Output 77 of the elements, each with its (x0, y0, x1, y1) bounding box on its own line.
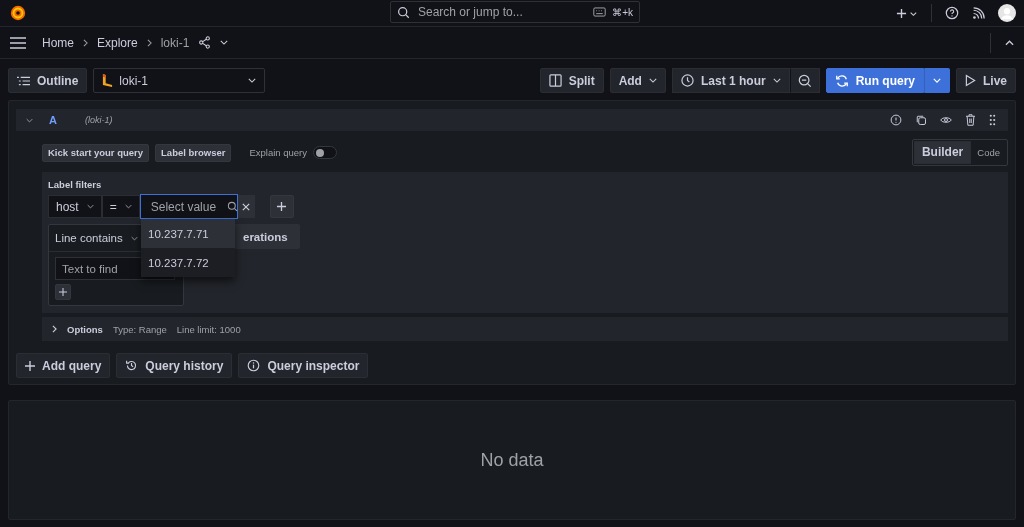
chevron-right-icon (146, 38, 152, 47)
operator-select[interactable]: = (101, 195, 140, 218)
label-filters-title: Label filters (48, 179, 103, 190)
line-contains-select[interactable]: Line contains (55, 232, 138, 244)
chevron-up-icon[interactable] (1005, 39, 1014, 46)
plus-icon (25, 360, 35, 371)
breadcrumb-link[interactable]: Explore (97, 35, 138, 50)
run-query-button[interactable]: Run query (825, 68, 924, 93)
avatar-icon[interactable] (998, 4, 1016, 22)
rss-icon[interactable] (972, 6, 985, 20)
clock-icon (680, 74, 694, 87)
plus-icon (59, 288, 67, 296)
search-bar[interactable]: Search or jump to... ⌘+k (390, 1, 640, 23)
menu-icon[interactable] (10, 36, 26, 49)
query-datasource-label: (loki-1) (84, 115, 113, 125)
chevron-down-icon (130, 235, 138, 241)
time-range-button[interactable]: Last 1 hour (671, 68, 790, 93)
search-field[interactable]: Search or jump to... (416, 4, 588, 20)
breadcrumb-link[interactable]: Home (42, 35, 74, 50)
keyboard-icon (593, 7, 607, 17)
chevron-down-icon (933, 78, 941, 83)
drag-handle-icon[interactable] (989, 114, 996, 126)
chevron-right-icon (83, 38, 88, 47)
value-select-frame[interactable]: Select value (139, 194, 238, 219)
plus-dropdown-icon[interactable] (896, 6, 918, 20)
info-icon (247, 359, 261, 372)
shortcut-label: ⌘+k (612, 6, 633, 18)
outline-button[interactable]: Outline (8, 68, 88, 93)
list-icon (17, 75, 30, 86)
plus-icon (277, 202, 287, 211)
add-button[interactable]: Add (609, 68, 666, 93)
query-action-button[interactable]: Query inspector (238, 353, 369, 378)
expand-chevron-icon[interactable] (52, 325, 57, 333)
chevron-down-icon (772, 78, 781, 83)
mode-tab[interactable]: Code (971, 145, 1006, 160)
chevron-down-icon (124, 204, 132, 209)
options-line-limit-label: Line limit: 1000 (176, 323, 241, 335)
dropdown-option[interactable]: 10.237.7.71 (141, 219, 235, 248)
live-button[interactable]: Live (956, 68, 1016, 93)
split-icon (548, 74, 562, 87)
refresh-icon (834, 73, 849, 88)
search-icon (226, 201, 238, 212)
close-icon (242, 202, 251, 211)
query-ref-label[interactable]: A (49, 114, 57, 126)
options-title[interactable]: Options (67, 323, 103, 335)
collapse-chevron-icon[interactable] (26, 117, 33, 123)
explain-query-label: Explain query (249, 147, 308, 158)
add-filter-button[interactable] (269, 195, 294, 218)
query-helper-button[interactable]: Kick start your query (42, 143, 150, 162)
datasource-select[interactable]: loki-1 (93, 68, 266, 93)
history-icon (125, 359, 139, 372)
mode-tab[interactable]: Builder (913, 141, 972, 164)
share-icon[interactable] (198, 36, 212, 49)
explain-query-toggle[interactable] (313, 146, 338, 159)
loki-logo-icon (102, 73, 114, 88)
query-action-button[interactable]: Add query (16, 353, 111, 378)
logo-icon[interactable] (9, 4, 27, 22)
zoom-out-icon (797, 73, 812, 88)
breadcrumb-link[interactable]: loki-1 (160, 35, 190, 50)
value-select-field[interactable]: Select value (148, 198, 225, 215)
chevron-down-icon (248, 78, 257, 83)
chevron-down-icon[interactable] (220, 40, 229, 45)
query-helper-button[interactable]: Label browser (155, 143, 232, 162)
chevron-down-icon (648, 78, 657, 83)
label-select[interactable]: host (48, 195, 102, 218)
chevron-down-icon (86, 204, 94, 209)
play-icon (965, 74, 976, 87)
query-action-button[interactable]: Query history (116, 353, 233, 378)
no-data-message: No data (480, 449, 544, 471)
options-type-label: Type: Range (112, 323, 167, 335)
trash-icon[interactable] (965, 114, 976, 126)
eye-icon[interactable] (940, 115, 952, 125)
split-button[interactable]: Split (539, 68, 604, 93)
search-icon (397, 5, 410, 19)
zoom-out-button[interactable] (789, 68, 820, 93)
copy-icon[interactable] (915, 114, 927, 126)
add-line-filter-button[interactable] (55, 284, 71, 300)
